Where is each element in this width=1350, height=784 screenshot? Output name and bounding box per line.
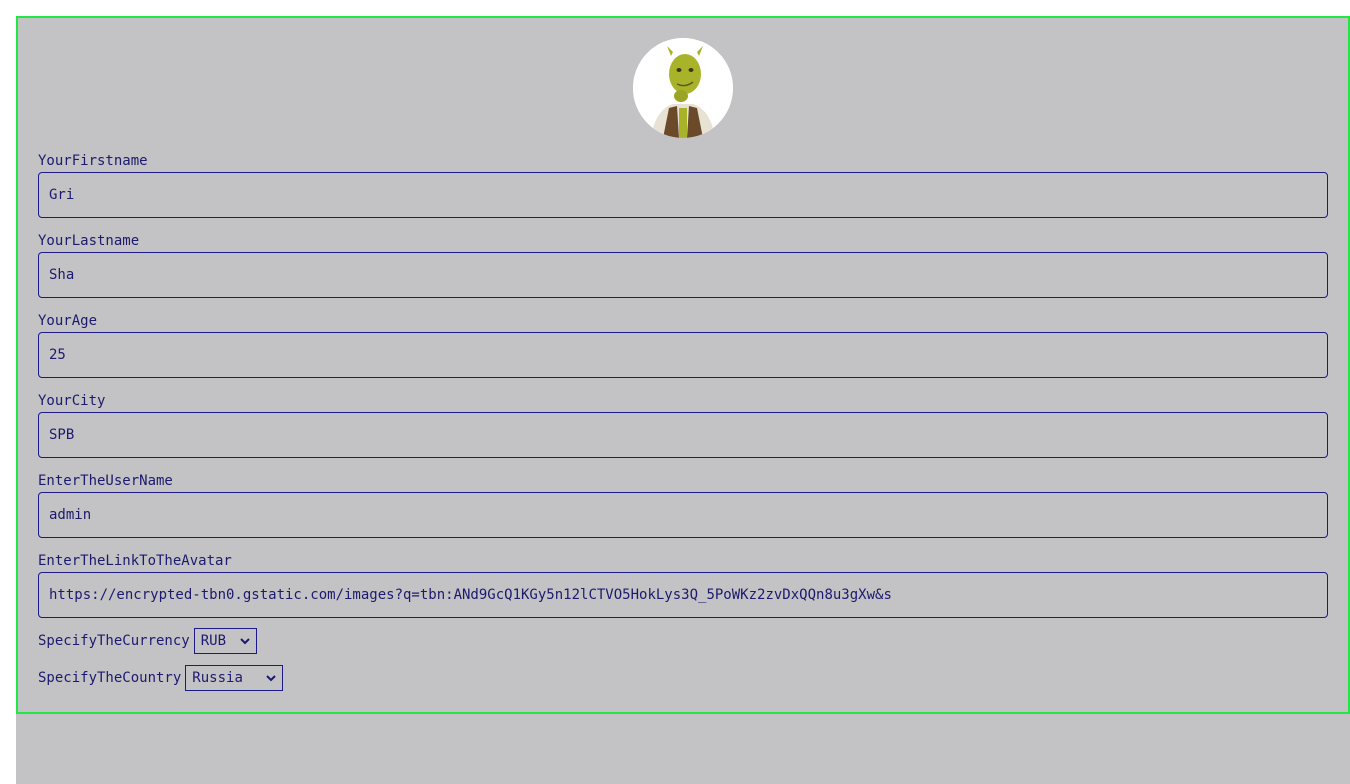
currency-selected-value: RUB	[200, 633, 227, 649]
shrek-avatar-icon	[633, 38, 733, 138]
avatar-link-input[interactable]	[38, 572, 1328, 618]
currency-label: SpecifyTheCurrency	[38, 633, 190, 649]
lastname-label: YourLastname	[38, 233, 140, 249]
city-input[interactable]	[38, 412, 1328, 458]
currency-row: SpecifyTheCurrency RUB	[38, 628, 257, 654]
username-input[interactable]	[38, 492, 1328, 538]
lastname-input[interactable]	[38, 252, 1328, 298]
chevron-down-icon	[240, 638, 250, 645]
age-label: YourAge	[38, 313, 98, 329]
page-background: YourFirstname YourLastname YourAge YourC…	[16, 16, 1350, 784]
username-label: EnterTheUserName	[38, 473, 173, 489]
age-input[interactable]	[38, 332, 1328, 378]
city-label: YourCity	[38, 393, 106, 409]
firstname-input[interactable]	[38, 172, 1328, 218]
currency-select[interactable]: RUB	[193, 628, 257, 654]
country-label: SpecifyTheCountry	[38, 670, 182, 686]
country-select[interactable]: Russia	[185, 665, 284, 691]
avatar-link-label: EnterTheLinkToTheAvatar	[38, 553, 232, 569]
chevron-down-icon	[266, 675, 277, 682]
country-selected-value: Russia	[192, 670, 243, 686]
avatar	[633, 38, 733, 138]
profile-form-panel: YourFirstname YourLastname YourAge YourC…	[16, 16, 1350, 714]
country-row: SpecifyTheCountry Russia	[38, 665, 284, 691]
firstname-label: YourFirstname	[38, 153, 148, 169]
